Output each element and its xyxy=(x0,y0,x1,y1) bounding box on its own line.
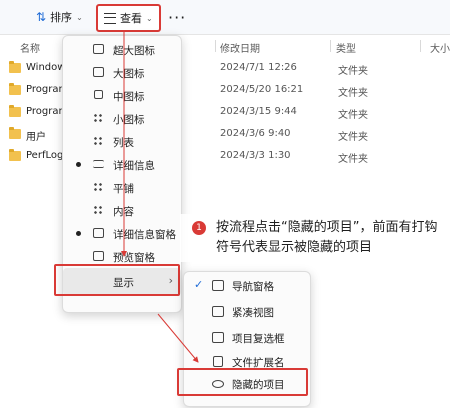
chevron-down-icon: ⌄ xyxy=(76,12,83,22)
submenu-item-label: 项目复选框 xyxy=(232,333,285,345)
file-type: 文件夹 xyxy=(338,154,368,165)
content-icon xyxy=(93,205,104,215)
column-divider[interactable] xyxy=(420,40,421,52)
column-divider[interactable] xyxy=(215,40,216,52)
menu-item-medium-icons[interactable]: 中图标 xyxy=(63,85,181,107)
menu-item-label: 小图标 xyxy=(113,114,145,126)
small-icons-icon xyxy=(93,113,104,123)
menu-item-details[interactable]: 详细信息 xyxy=(63,154,181,176)
submenu-item-compact-view[interactable]: 紧凑视图 xyxy=(184,301,310,323)
checkbox-icon xyxy=(212,332,224,343)
navigation-pane-icon xyxy=(212,280,224,291)
file-extension-icon xyxy=(213,356,223,367)
view-button[interactable]: 查看 ⌄ xyxy=(96,4,161,32)
submenu-item-label: 紧凑视图 xyxy=(232,307,274,319)
menu-item-content[interactable]: 内容 xyxy=(63,200,181,222)
annotation-text: 按流程点击“隐藏的项目”，前面有打钩符号代表显示被隐藏的项目 xyxy=(216,220,438,255)
folder-icon xyxy=(9,105,21,117)
file-date: 2024/7/1 12:26 xyxy=(220,62,297,73)
tiles-icon xyxy=(93,182,104,192)
file-date: 2024/3/3 1:30 xyxy=(220,150,291,161)
large-icons-icon xyxy=(93,67,104,77)
highlight-box-display xyxy=(54,264,180,296)
menu-item-extra-large-icons[interactable]: 超大图标 xyxy=(63,39,181,61)
column-divider[interactable] xyxy=(330,40,331,52)
view-label: 查看 xyxy=(120,12,142,25)
sort-icon: ⇅ xyxy=(36,10,47,24)
menu-item-label: 平铺 xyxy=(113,183,134,195)
selected-bullet-icon xyxy=(76,162,81,167)
sort-label: 排序 xyxy=(50,11,73,24)
menu-item-label: 详细信息 xyxy=(113,160,155,172)
file-name: 用户 xyxy=(26,132,46,143)
menu-item-label: 详细信息窗格 xyxy=(113,229,176,241)
file-date: 2024/3/15 9:44 xyxy=(220,106,297,117)
file-type: 文件夹 xyxy=(338,88,368,99)
list-icon xyxy=(93,136,104,146)
file-date: 2024/5/20 16:21 xyxy=(220,84,304,95)
file-type: 文件夹 xyxy=(338,110,368,121)
command-bar: ⇅ 排序 ⌄ 查看 ⌄ ··· xyxy=(0,0,450,35)
menu-item-label: 内容 xyxy=(113,206,134,218)
preview-pane-icon xyxy=(93,251,104,261)
folder-icon xyxy=(9,61,21,73)
details-pane-icon xyxy=(93,228,104,238)
folder-icon xyxy=(9,149,21,161)
column-size[interactable]: 大小 xyxy=(430,40,450,55)
selected-bullet-icon xyxy=(76,231,81,236)
folder-icon xyxy=(9,127,21,139)
menu-item-details-pane[interactable]: 详细信息窗格 xyxy=(63,223,181,245)
chevron-down-icon: ⌄ xyxy=(146,13,153,23)
file-date: 2024/3/6 9:40 xyxy=(220,128,291,139)
folder-icon xyxy=(9,83,21,95)
checkmark-icon: ✓ xyxy=(194,278,204,291)
column-name[interactable]: 名称 xyxy=(20,40,40,55)
step-number-badge: 1 xyxy=(192,221,206,235)
menu-item-label: 大图标 xyxy=(113,68,145,80)
file-type: 文件夹 xyxy=(338,66,368,77)
menu-item-label: 超大图标 xyxy=(113,45,155,57)
submenu-item-checkboxes[interactable]: 项目复选框 xyxy=(184,327,310,349)
menu-item-label: 中图标 xyxy=(113,91,145,103)
column-date[interactable]: 修改日期 xyxy=(220,40,260,55)
file-type: 文件夹 xyxy=(338,132,368,143)
menu-item-list[interactable]: 列表 xyxy=(63,131,181,153)
extra-large-icons-icon xyxy=(93,44,104,54)
more-icon: ··· xyxy=(168,7,187,27)
submenu-item-label: 导航窗格 xyxy=(232,281,274,293)
highlight-box-hidden-items xyxy=(177,368,308,396)
more-options-button[interactable]: ··· xyxy=(168,6,186,28)
medium-icons-icon xyxy=(94,90,103,99)
menu-item-label: 预览窗格 xyxy=(113,252,155,264)
menu-item-tiles[interactable]: 平铺 xyxy=(63,177,181,199)
menu-item-small-icons[interactable]: 小图标 xyxy=(63,108,181,130)
submenu-item-navigation-pane[interactable]: ✓ 导航窗格 xyxy=(184,275,310,297)
compact-view-icon xyxy=(212,306,224,317)
column-type[interactable]: 类型 xyxy=(336,40,356,55)
details-icon xyxy=(93,160,104,168)
view-icon xyxy=(104,12,116,24)
menu-item-large-icons[interactable]: 大图标 xyxy=(63,62,181,84)
menu-item-label: 列表 xyxy=(113,137,134,149)
sort-button[interactable]: ⇅ 排序 ⌄ xyxy=(36,6,83,28)
